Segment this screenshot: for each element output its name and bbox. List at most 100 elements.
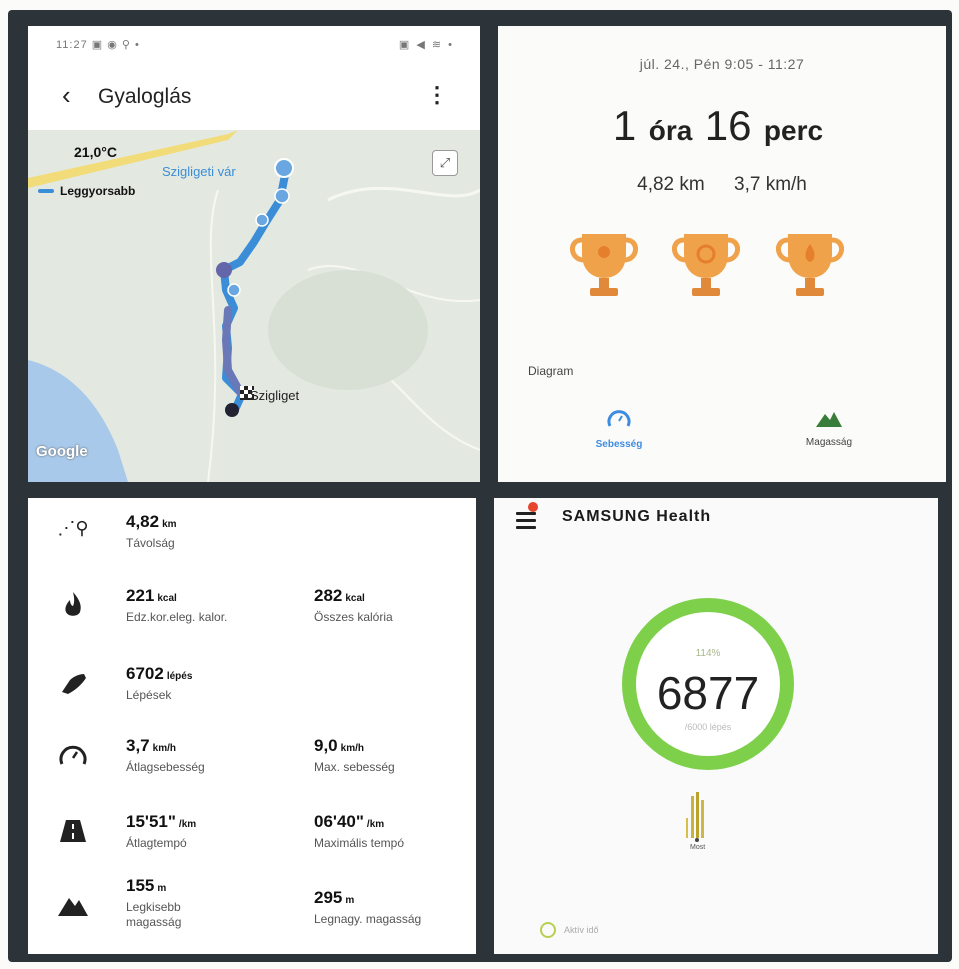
stat-max-speed: 9,0 km/h Max. sebesség	[314, 736, 395, 775]
summary-distance: 4,82 km	[637, 174, 705, 195]
avg-speed-label: Átlagsebesség	[126, 760, 205, 774]
notification-dot	[528, 502, 538, 512]
duration-hours-unit: óra	[648, 115, 693, 146]
tab-speed[interactable]: Sebesség	[564, 408, 674, 450]
duration-minutes-unit: perc	[763, 115, 824, 146]
road-icon	[60, 820, 86, 842]
max-speed-label: Max. sebesség	[314, 760, 395, 774]
trophy-distance-icon	[570, 234, 638, 296]
trophy-calorie-icon	[776, 234, 844, 296]
mountain-icon	[816, 412, 842, 427]
flame-icon	[65, 592, 81, 616]
hourly-steps-bars	[686, 792, 704, 842]
kcal-total-unit: kcal	[345, 593, 365, 604]
stat-max-pace: 06'40"/km Maximális tempó	[314, 812, 404, 851]
kcal-workout-value: 221	[126, 586, 155, 605]
steps-count: 6877	[656, 667, 760, 719]
kcal-total-label: Összes kalória	[314, 610, 393, 624]
destination-label: Szigliget	[250, 388, 300, 403]
min-alt-unit: m	[157, 883, 167, 894]
steps-goal: /6000 lépés	[684, 722, 732, 732]
kcal-workout-unit: kcal	[157, 593, 177, 604]
steps-ring[interactable]: 114% 6877 /6000 lépés	[622, 598, 794, 770]
steps-percent: 114%	[695, 648, 721, 659]
active-time-row[interactable]: Aktív idő	[540, 922, 599, 938]
avg-speed-value: 3,7	[126, 736, 150, 755]
active-time-label: Aktív idő	[564, 925, 599, 935]
app-brand: SAMSUNG Health	[562, 508, 712, 525]
speedometer-icon	[59, 745, 87, 765]
google-logo: Google	[36, 443, 88, 460]
page-title: Gyaloglás	[98, 85, 192, 108]
samsung-health-screen: SAMSUNG Health 114% 6877 /6000 lépés Mos…	[494, 498, 938, 954]
legend-label: Leggyorsabb	[60, 184, 136, 198]
status-bar-left: 11:27 ▣ ◉ ⚲ •	[56, 38, 140, 51]
now-label: Most	[690, 844, 706, 851]
kcal-workout-label: Edz.kor.eleg. kalor.	[126, 610, 228, 624]
start-marker	[216, 262, 232, 278]
max-alt-label: Legnagy. magasság	[314, 912, 422, 926]
workout-date: júl. 24., Pén 9:05 - 11:27	[639, 56, 805, 72]
road-shape	[28, 130, 238, 188]
max-speed-value: 9,0	[314, 736, 338, 755]
min-alt-value: 155	[126, 876, 155, 895]
shoe-icon	[62, 674, 86, 694]
stat-max-altitude: 295 m Legnagy. magasság	[314, 888, 421, 927]
route-map[interactable]: 21,0°C Leggyorsabb Szigligeti vár Szigli…	[28, 130, 480, 482]
stat-steps: 6702 lépés Lépések	[126, 664, 192, 703]
duration-hours: 1	[612, 102, 637, 149]
avg-pace-label: Átlagtempó	[126, 836, 187, 850]
lake-shape	[28, 360, 128, 482]
kcal-total-value: 282	[314, 586, 343, 605]
stat-kcal-workout: 221 kcal Edz.kor.eleg. kalor.	[126, 586, 227, 625]
tab-altitude[interactable]: Magasság	[774, 408, 884, 448]
stat-avg-speed: 3,7 km/h Átlagsebesség	[126, 736, 205, 775]
max-alt-value: 295	[314, 888, 343, 907]
max-pace-unit: /km	[366, 819, 385, 830]
max-pace-value: 06'40"	[314, 812, 364, 831]
map-drawing	[28, 130, 480, 482]
map-legend: Leggyorsabb	[38, 184, 135, 198]
min-alt-label: Legkisebb magasság	[126, 900, 182, 929]
poi-marker	[274, 158, 294, 178]
max-alt-unit: m	[345, 895, 355, 906]
trophy-time-icon	[672, 234, 740, 296]
back-arrow-icon[interactable]: ‹	[62, 82, 71, 108]
steps-label: Lépések	[126, 688, 172, 702]
more-options-icon[interactable]: ⋮	[426, 82, 448, 108]
workout-summary-screen: júl. 24., Pén 9:05 - 11:27 1 óra 16 perc…	[498, 26, 946, 482]
avg-pace-unit: /km	[178, 819, 197, 830]
status-icons: ▣ ◉ ⚲ •	[91, 39, 140, 51]
expand-map-icon[interactable]: ⤢	[432, 150, 458, 176]
summary-metrics: 4,82 km 3,7 km/h	[498, 174, 946, 196]
speedometer-icon	[607, 410, 631, 427]
stat-kcal-total: 282 kcal Összes kalória	[314, 586, 393, 625]
temperature-label: 21,0°C	[74, 144, 117, 160]
distance-pin-icon: ⋰⚲	[57, 518, 89, 538]
stat-avg-pace: 15'51"/km Átlagtempó	[126, 812, 196, 851]
avg-pace-value: 15'51"	[126, 812, 176, 831]
end-marker	[225, 403, 239, 417]
tab-altitude-label: Magasság	[805, 437, 853, 448]
avg-speed-unit: km/h	[152, 743, 176, 754]
workout-stats-screen: ⋰⚲ 4,82 km Távolság 221 kcal Edz.kor.eleg.…	[28, 498, 476, 954]
duration-minutes: 16	[704, 102, 752, 149]
distance-label: Távolság	[126, 536, 175, 550]
status-bar-right: ▣ ◀ ≋ •	[398, 39, 454, 51]
steps-unit: lépés	[166, 671, 193, 682]
status-time: 11:27	[56, 39, 88, 51]
poi-label: Szigligeti vár	[162, 164, 236, 179]
clock-icon	[540, 922, 556, 938]
stat-distance: 4,82 km Távolság	[126, 512, 177, 551]
distance-unit: km	[162, 519, 177, 530]
distance-value: 4,82	[126, 512, 160, 531]
max-speed-unit: km/h	[340, 743, 364, 754]
workout-duration: 1 óra 16 perc	[498, 102, 946, 150]
mountain-icon	[58, 898, 88, 916]
stat-min-altitude: 155 m Legkisebb magasság	[126, 876, 216, 930]
diagram-label: Diagram	[528, 364, 574, 378]
walk-map-screen: 11:27 ▣ ◉ ⚲ • ▣ ◀ ≋ • ‹ Gyaloglás ⋮ 21,0…	[28, 26, 480, 482]
summary-speed: 3,7 km/h	[734, 174, 807, 195]
legend-line-icon	[38, 189, 54, 193]
tab-speed-label: Sebesség	[595, 439, 643, 450]
